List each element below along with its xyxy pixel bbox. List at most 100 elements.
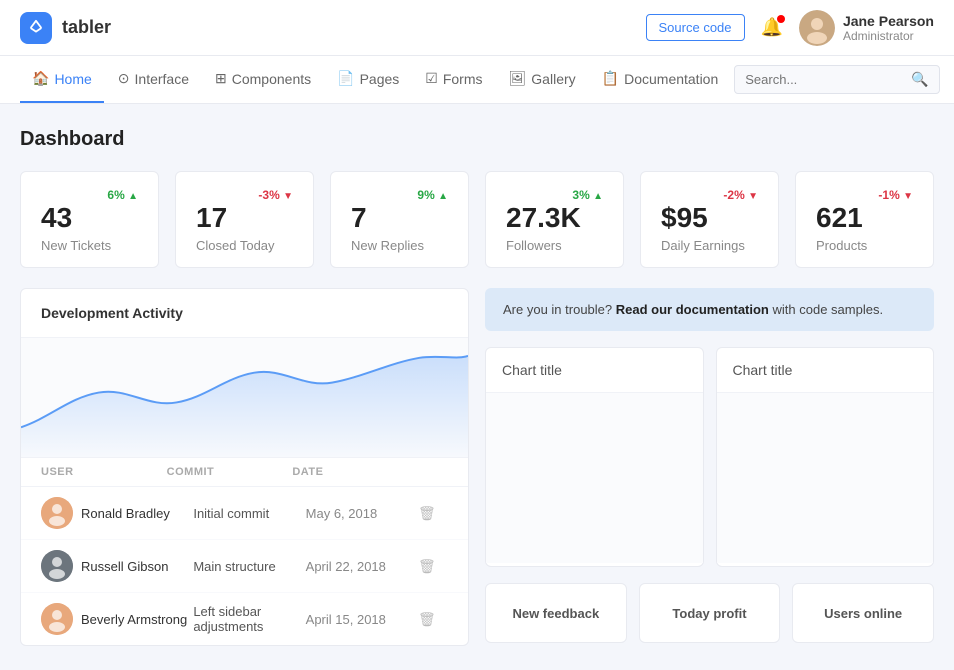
row-avatar-1 — [41, 550, 73, 582]
components-icon: ⊞ — [215, 70, 227, 87]
gallery-icon: 🖼 — [509, 70, 527, 87]
stat-card-1: -3% ▼ 17 Closed Today — [175, 171, 314, 268]
nav-item-interface[interactable]: ⊙ Interface — [106, 56, 201, 103]
chart1-body — [486, 393, 703, 563]
nav-item-home[interactable]: 🏠 Home — [20, 56, 104, 103]
nav-label-home: Home — [54, 71, 91, 87]
main-grid: Development Activity USER COMMIT DATE — [20, 288, 934, 646]
table-header-row: USER COMMIT DATE — [21, 458, 468, 487]
pages-icon: 📄 — [337, 70, 354, 87]
alert-suffix: with code samples. — [773, 302, 884, 317]
nav-item-pages[interactable]: 📄 Pages — [325, 56, 411, 103]
page-title: Dashboard — [20, 128, 934, 151]
stat-badge-1: -3% ▼ — [258, 188, 293, 202]
activity-table: Ronald Bradley Initial commit May 6, 201… — [21, 487, 468, 645]
stat-card-2: 9% ▲ 7 New Replies — [330, 171, 469, 268]
notification-dot — [777, 15, 785, 23]
stat-value-3: 27.3K — [506, 202, 603, 234]
row-avatar-0 — [41, 497, 73, 529]
charts-row: Chart title Chart title — [485, 347, 934, 567]
stat-badge-0: 6% ▲ — [107, 188, 138, 202]
alert-banner: Are you in trouble? Read our documentati… — [485, 288, 934, 331]
dev-activity-card: Development Activity USER COMMIT DATE — [20, 288, 469, 646]
stat-value-1: 17 — [196, 202, 293, 234]
alert-text: Are you in trouble? — [503, 302, 612, 317]
row-date-2: April 15, 2018 — [306, 612, 418, 627]
header-actions: Source code 🔔 Jane Pearson Administrator — [646, 10, 934, 46]
search-input[interactable] — [745, 72, 905, 87]
logo-text: tabler — [62, 17, 111, 38]
logo-area: tabler — [20, 12, 111, 44]
chart2-title: Chart title — [717, 348, 934, 393]
nav-label-gallery: Gallery — [531, 71, 575, 87]
search-icon: 🔍 — [911, 71, 928, 88]
row-commit-0: Initial commit — [193, 506, 305, 521]
stat-badge-4: -2% ▼ — [723, 188, 758, 202]
col-commit: COMMIT — [167, 466, 293, 478]
nav-label-documentation: Documentation — [624, 71, 718, 87]
user-profile[interactable]: Jane Pearson Administrator — [799, 10, 934, 46]
nav-label-forms: Forms — [443, 71, 483, 87]
chart-card-2: Chart title — [716, 347, 935, 567]
row-name-2: Beverly Armstrong — [81, 612, 193, 627]
stat-label-5: Products — [816, 238, 913, 253]
bottom-card-2[interactable]: Users online — [792, 583, 934, 643]
stat-card-3: 3% ▲ 27.3K Followers — [485, 171, 624, 268]
search-box[interactable]: 🔍 — [734, 65, 939, 94]
stat-value-2: 7 — [351, 202, 448, 234]
stat-value-5: 621 — [816, 202, 913, 234]
row-date-0: May 6, 2018 — [306, 506, 418, 521]
nav-item-components[interactable]: ⊞ Components — [203, 56, 323, 103]
right-panel: Are you in trouble? Read our documentati… — [485, 288, 934, 646]
nav-item-forms[interactable]: ☑ Forms — [413, 56, 494, 103]
stat-card-4: -2% ▼ $95 Daily Earnings — [640, 171, 779, 268]
row-commit-2: Left sidebar adjustments — [193, 604, 305, 634]
interface-icon: ⊙ — [118, 70, 130, 87]
row-date-1: April 22, 2018 — [306, 559, 418, 574]
dev-activity-chart — [21, 338, 468, 458]
stat-label-4: Daily Earnings — [661, 238, 758, 253]
bottom-card-1[interactable]: Today profit — [639, 583, 781, 643]
stat-badge-5: -1% ▼ — [878, 188, 913, 202]
stat-label-1: Closed Today — [196, 238, 293, 253]
chart1-title: Chart title — [486, 348, 703, 393]
table-row: Beverly Armstrong Left sidebar adjustmen… — [21, 593, 468, 645]
nav-item-documentation[interactable]: 📋 Documentation — [590, 56, 731, 103]
nav-label-pages: Pages — [360, 71, 400, 87]
logo-icon — [20, 12, 52, 44]
chart2-body — [717, 393, 934, 563]
nav-items: 🏠 Home ⊙ Interface ⊞ Components 📄 Pages … — [20, 56, 730, 103]
row-name-1: Russell Gibson — [81, 559, 193, 574]
row-avatar-2 — [41, 603, 73, 635]
home-icon: 🏠 — [32, 70, 49, 87]
user-text: Jane Pearson Administrator — [843, 13, 934, 43]
stats-row: 6% ▲ 43 New Tickets -3% ▼ 17 Closed Toda… — [20, 171, 934, 268]
nav-item-gallery[interactable]: 🖼 Gallery — [497, 56, 588, 103]
dev-activity-title: Development Activity — [21, 289, 468, 338]
notification-bell[interactable]: 🔔 — [761, 17, 783, 38]
bottom-card-0[interactable]: New feedback — [485, 583, 627, 643]
col-action — [418, 466, 448, 478]
avatar — [799, 10, 835, 46]
nav-label-components: Components — [232, 71, 311, 87]
stat-badge-2: 9% ▲ — [417, 188, 448, 202]
user-name: Jane Pearson — [843, 13, 934, 29]
row-commit-1: Main structure — [193, 559, 305, 574]
delete-icon-0[interactable]: 🗑 — [418, 505, 448, 522]
row-name-0: Ronald Bradley — [81, 506, 193, 521]
alert-link[interactable]: Read our documentation — [616, 302, 769, 317]
stat-card-5: -1% ▼ 621 Products — [795, 171, 934, 268]
stat-value-0: 43 — [41, 202, 138, 234]
stat-value-4: $95 — [661, 202, 758, 234]
nav-label-interface: Interface — [135, 71, 189, 87]
delete-icon-1[interactable]: 🗑 — [418, 558, 448, 575]
stat-label-3: Followers — [506, 238, 603, 253]
user-role: Administrator — [843, 29, 934, 43]
col-user: USER — [41, 466, 167, 478]
documentation-icon: 📋 — [602, 70, 619, 87]
stat-label-2: New Replies — [351, 238, 448, 253]
source-code-button[interactable]: Source code — [646, 14, 745, 41]
table-row: Russell Gibson Main structure April 22, … — [21, 540, 468, 593]
delete-icon-2[interactable]: 🗑 — [418, 611, 448, 628]
forms-icon: ☑ — [425, 70, 438, 87]
